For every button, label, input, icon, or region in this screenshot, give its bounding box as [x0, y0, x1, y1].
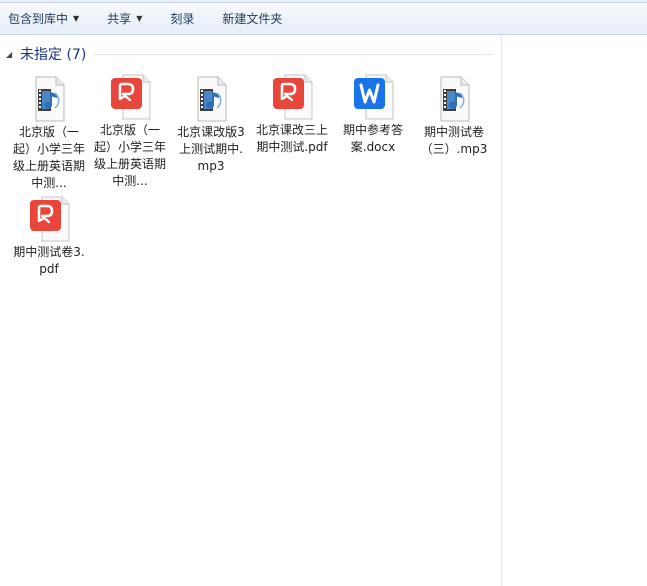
share-label: 共享: [107, 12, 132, 26]
include-in-library-label: 包含到库中: [8, 12, 69, 26]
file-name: 期中参考答案.docx: [342, 123, 403, 154]
dropdown-arrow-icon: ▼: [136, 14, 143, 23]
share-button[interactable]: 共享 ▼: [101, 5, 148, 33]
group-separator-line: [94, 54, 494, 55]
file-name: 北京课改三上 期中测试.pdf: [256, 123, 329, 154]
file-name: 期中测试卷3.pdf: [13, 245, 85, 276]
dropdown-arrow-icon: ▼: [73, 14, 80, 23]
new-folder-label: 新建文件夹: [222, 12, 283, 26]
file-name: 期中测试卷（三）.mp3: [420, 125, 488, 156]
pdf-file-icon: [27, 196, 71, 242]
pdf-file-icon: [270, 74, 314, 120]
explorer-window: 包含到库中 ▼ 共享 ▼ 刻录 新建文件夹 ◢ 未指定 (7) 北京版（一起）小…: [0, 0, 647, 586]
include-in-library-button[interactable]: 包含到库中 ▼: [2, 5, 85, 33]
new-folder-button[interactable]: 新建文件夹: [216, 5, 288, 33]
file-item[interactable]: 北京版（一起）小学三年级上册英语期中测...: [13, 76, 85, 192]
burn-label: 刻录: [170, 12, 195, 26]
group-header[interactable]: ◢ 未指定 (7): [6, 44, 494, 64]
file-name: 北京版（一起）小学三年级上册英语期中测...: [94, 123, 167, 188]
file-item[interactable]: 北京课改三上 期中测试.pdf: [256, 74, 328, 156]
audio-file-icon: [432, 76, 476, 122]
file-item[interactable]: 北京版（一起）小学三年级上册英语期中测...: [94, 74, 166, 190]
file-item[interactable]: 期中测试卷（三）.mp3: [418, 76, 490, 158]
burn-button[interactable]: 刻录: [164, 5, 200, 33]
audio-file-icon: [189, 76, 233, 122]
pdf-file-icon: [108, 74, 152, 120]
audio-file-icon: [27, 76, 71, 122]
group-title: 未指定 (7): [20, 47, 87, 63]
file-item[interactable]: 期中参考答案.docx: [337, 74, 409, 156]
file-item[interactable]: 期中测试卷3.pdf: [13, 196, 85, 278]
word-file-icon: [351, 74, 395, 120]
preview-pane: [502, 35, 647, 586]
file-item[interactable]: 北京课改版3上测试期中.mp3: [175, 76, 247, 175]
file-name: 北京版（一起）小学三年级上册英语期中测...: [13, 125, 86, 190]
file-name: 北京课改版3上测试期中.mp3: [177, 125, 245, 173]
collapse-triangle-icon[interactable]: ◢: [6, 50, 18, 59]
command-bar: 包含到库中 ▼ 共享 ▼ 刻录 新建文件夹: [0, 3, 647, 35]
